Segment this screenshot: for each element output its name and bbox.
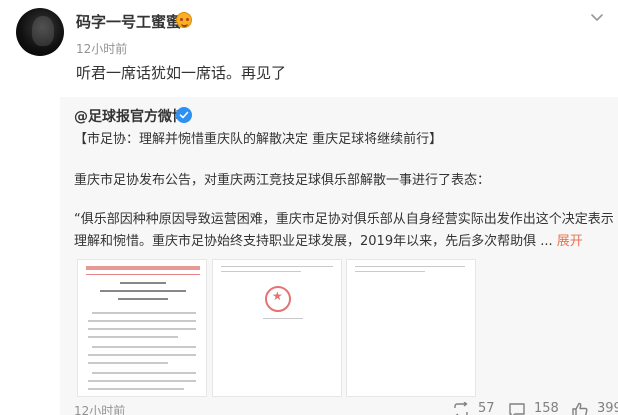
avatar[interactable] <box>16 8 64 56</box>
document-line <box>100 290 186 292</box>
repost-timestamp[interactable]: 12小时前 <box>74 402 125 415</box>
repost-body-text: “俱乐部因种种原因导致运营困难，重庆市足协对俱乐部从自身经营实际出发作出这个决定… <box>74 212 614 249</box>
comment-icon <box>509 403 525 415</box>
document-line <box>120 282 166 284</box>
seal-icon <box>265 286 291 312</box>
image-thumbnail[interactable] <box>346 259 476 397</box>
verified-icon <box>176 107 192 123</box>
document-line <box>221 271 301 272</box>
document-line <box>88 380 196 382</box>
document-line <box>88 362 168 364</box>
post-timestamp[interactable]: 12小时前 <box>76 40 127 57</box>
document-line <box>221 266 333 267</box>
document-line <box>92 346 196 348</box>
ellipsis: ... <box>536 234 557 249</box>
repost-icon <box>454 402 468 415</box>
repost-author[interactable]: @足球报官方微博 <box>74 106 186 126</box>
chevron-down-icon[interactable] <box>588 8 606 26</box>
document-line <box>118 298 168 300</box>
document-line <box>88 354 196 356</box>
like-icon <box>572 402 588 415</box>
repost-card[interactable]: @足球报官方微博 【市足协：理解并惋惜重庆队的解散决定 重庆足球将继续前行】 重… <box>60 97 618 415</box>
image-thumbnail[interactable] <box>212 259 342 397</box>
document-line <box>92 312 196 314</box>
document-letterhead <box>86 266 200 270</box>
repost-body-line: 重庆市足协发布公告，对重庆两江竞技足球俱乐部解散一事进行了表态： <box>74 173 491 188</box>
document-line <box>88 328 196 330</box>
image-thumbnail[interactable] <box>77 259 207 397</box>
username[interactable]: 码字一号工蜜蜜 <box>76 11 181 32</box>
document-line <box>92 372 196 374</box>
document-divider <box>86 274 200 275</box>
document-line <box>88 336 178 338</box>
document-line <box>88 388 184 390</box>
emoji-badge-icon <box>176 12 192 28</box>
document-line <box>88 320 196 322</box>
expand-link[interactable]: 展开 <box>557 234 583 249</box>
document-line <box>355 271 425 272</box>
repost-body-paragraph: “俱乐部因种种原因导致运营困难，重庆市足协对俱乐部从自身经营实际出发作出这个决定… <box>74 209 614 253</box>
document-line <box>263 318 303 319</box>
repost-headline: 【市足协：理解并惋惜重庆队的解散决定 重庆足球将继续前行】 <box>74 132 443 147</box>
repost-count: 57 <box>478 401 495 415</box>
post-text: 听君一席话犹如一席话。再见了 <box>76 64 287 82</box>
comment-count: 158 <box>534 401 559 415</box>
document-line <box>355 266 465 267</box>
like-count: 399 <box>597 401 618 415</box>
